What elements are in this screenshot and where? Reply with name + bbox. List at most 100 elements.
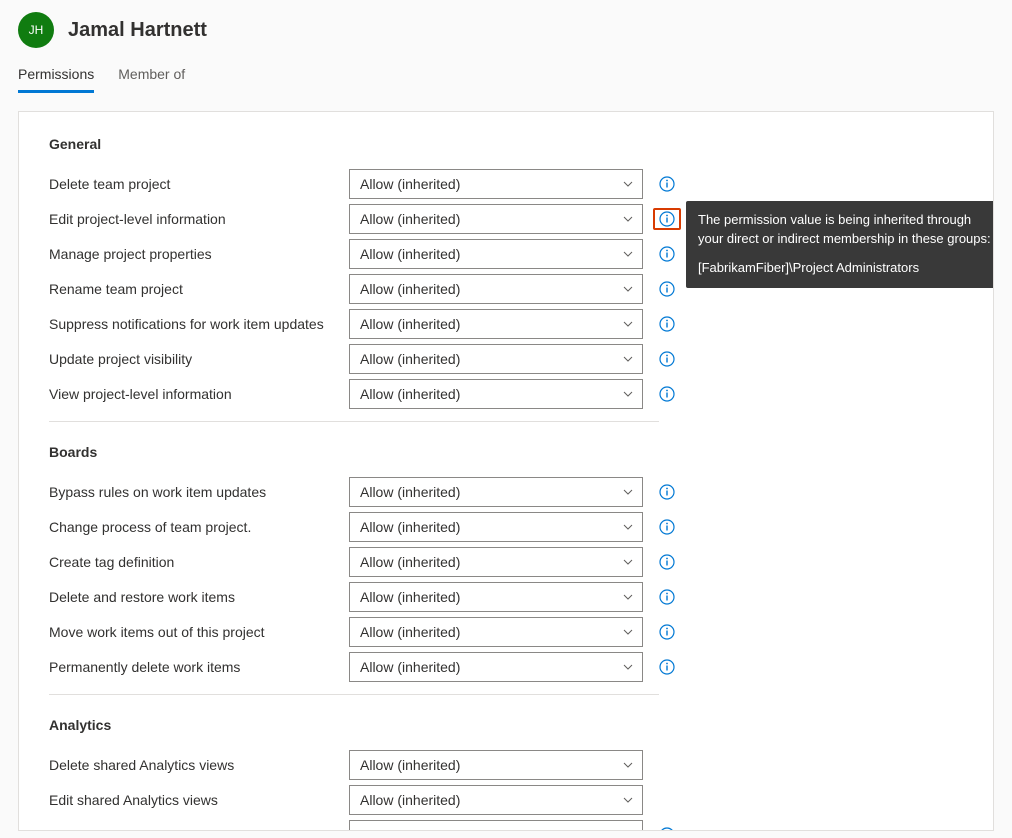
permission-row: View analytics Allow (inherited) — [49, 817, 963, 831]
permission-select[interactable]: Allow (inherited) — [349, 547, 643, 577]
info-icon[interactable] — [659, 316, 675, 332]
permission-row: View project-level information Allow (inh… — [49, 376, 963, 411]
info-icon[interactable] — [659, 484, 675, 500]
info-icon[interactable] — [659, 211, 675, 227]
chevron-down-icon — [622, 486, 634, 498]
info-icon[interactable] — [659, 659, 675, 675]
user-name: Jamal Hartnett — [68, 19, 207, 42]
permission-select[interactable]: Allow (inherited) — [349, 652, 643, 682]
permission-select-value: Allow (inherited) — [360, 624, 460, 640]
permission-select-value: Allow (inherited) — [360, 757, 460, 773]
permission-select-value: Allow (inherited) — [360, 211, 460, 227]
permission-select-value: Allow (inherited) — [360, 792, 460, 808]
tooltip-message: The permission value is being inherited … — [698, 211, 992, 249]
permission-select-value: Allow (inherited) — [360, 176, 460, 192]
permission-select-value: Allow (inherited) — [360, 246, 460, 262]
info-icon[interactable] — [659, 554, 675, 570]
permission-select-value: Allow (inherited) — [360, 519, 460, 535]
info-icon[interactable] — [659, 351, 675, 367]
permission-select-value: Allow (inherited) — [360, 281, 460, 297]
tooltip-groups: [FabrikamFiber]\Project Administrators — [698, 259, 992, 278]
permissions-panel: General Delete team projectAllow (inherit… — [18, 111, 994, 831]
chevron-down-icon — [622, 318, 634, 330]
info-icon[interactable] — [659, 589, 675, 605]
section-title: Boards — [49, 444, 963, 460]
permission-select[interactable]: Allow (inherited) — [349, 785, 643, 815]
permission-row: Edit shared Analytics views Allow (inheri… — [49, 782, 963, 817]
info-icon[interactable] — [659, 281, 675, 297]
permission-label: Manage project properties — [49, 246, 349, 262]
chevron-down-icon — [622, 626, 634, 638]
permission-row: Move work items out of this project Allow… — [49, 614, 963, 649]
permission-select-value: Allow (inherited) — [360, 659, 460, 675]
permission-label: Bypass rules on work item updates — [49, 484, 349, 500]
permission-label: Delete and restore work items — [49, 589, 349, 605]
tabs: Permissions Member of — [0, 48, 1012, 93]
permission-row: Bypass rules on work item updates Allow (… — [49, 474, 963, 509]
permission-row: Delete and restore work items Allow (inhe… — [49, 579, 963, 614]
permission-row: Suppress notifications for work item upd… — [49, 306, 963, 341]
permission-row: Edit project-level information Allow (inh… — [49, 201, 963, 236]
section: General Delete team projectAllow (inherit… — [49, 136, 963, 422]
avatar: JH — [18, 12, 54, 48]
permission-label: Rename team project — [49, 281, 349, 297]
permission-row: Update project visibility Allow (inherite… — [49, 341, 963, 376]
permission-select[interactable]: Allow (inherited) — [349, 582, 643, 612]
chevron-down-icon — [622, 521, 634, 533]
section-title: General — [49, 136, 963, 152]
info-icon[interactable] — [659, 519, 675, 535]
permission-select-value: Allow (inherited) — [360, 554, 460, 570]
chevron-down-icon — [622, 213, 634, 225]
permission-label: Edit shared Analytics views — [49, 792, 349, 808]
chevron-down-icon — [622, 178, 634, 190]
tab-member-of[interactable]: Member of — [118, 66, 185, 93]
chevron-down-icon — [622, 661, 634, 673]
permission-select[interactable]: Allow (inherited) — [349, 239, 643, 269]
chevron-down-icon — [622, 829, 634, 832]
info-icon[interactable] — [659, 386, 675, 402]
permission-label: Move work items out of this project — [49, 624, 349, 640]
permission-label: View project-level information — [49, 386, 349, 402]
permission-select-value: Allow (inherited) — [360, 351, 460, 367]
permission-row: Change process of team project. Allow (in… — [49, 509, 963, 544]
tab-permissions[interactable]: Permissions — [18, 66, 94, 93]
permission-select[interactable]: Allow (inherited) — [349, 344, 643, 374]
permission-select[interactable]: Allow (inherited) — [349, 204, 643, 234]
info-icon[interactable] — [659, 827, 675, 832]
info-icon[interactable] — [659, 624, 675, 640]
permission-select-value: Allow (inherited) — [360, 316, 460, 332]
permission-label: Update project visibility — [49, 351, 349, 367]
permission-select[interactable]: Allow (inherited) — [349, 379, 643, 409]
permission-label: Create tag definition — [49, 554, 349, 570]
chevron-down-icon — [622, 556, 634, 568]
permission-select[interactable]: Allow (inherited) — [349, 750, 643, 780]
chevron-down-icon — [622, 248, 634, 260]
permission-select-value: Allow (inherited) — [360, 386, 460, 402]
section: AnalyticsDelete shared Analytics viewsAl… — [49, 717, 963, 831]
permission-label: Change process of team project. — [49, 519, 349, 535]
permission-select[interactable]: Allow (inherited) — [349, 820, 643, 832]
permission-row: Create tag definition Allow (inherited) — [49, 544, 963, 579]
permission-select[interactable]: Allow (inherited) — [349, 169, 643, 199]
permission-select[interactable]: Allow (inherited) — [349, 309, 643, 339]
section: Boards Bypass rules on work item updates A… — [49, 444, 963, 695]
info-icon[interactable] — [659, 246, 675, 262]
permission-select-value: Allow (inherited) — [360, 484, 460, 500]
permission-label: Edit project-level information — [49, 211, 349, 227]
permission-row: Delete team projectAllow (inherited) — [49, 166, 963, 201]
chevron-down-icon — [622, 388, 634, 400]
permission-select[interactable]: Allow (inherited) — [349, 477, 643, 507]
permission-select-value: Allow (inherited) — [360, 589, 460, 605]
permission-select[interactable]: Allow (inherited) — [349, 617, 643, 647]
permission-select[interactable]: Allow (inherited) — [349, 274, 643, 304]
permission-row: Permanently delete work items Allow (inhe… — [49, 649, 963, 684]
chevron-down-icon — [622, 759, 634, 771]
section-title: Analytics — [49, 717, 963, 733]
info-icon[interactable] — [659, 176, 675, 192]
chevron-down-icon — [622, 794, 634, 806]
chevron-down-icon — [622, 353, 634, 365]
permission-select[interactable]: Allow (inherited) — [349, 512, 643, 542]
permission-label: View analytics — [49, 827, 349, 832]
permission-select-value: Allow (inherited) — [360, 827, 460, 832]
permission-label: Permanently delete work items — [49, 659, 349, 675]
